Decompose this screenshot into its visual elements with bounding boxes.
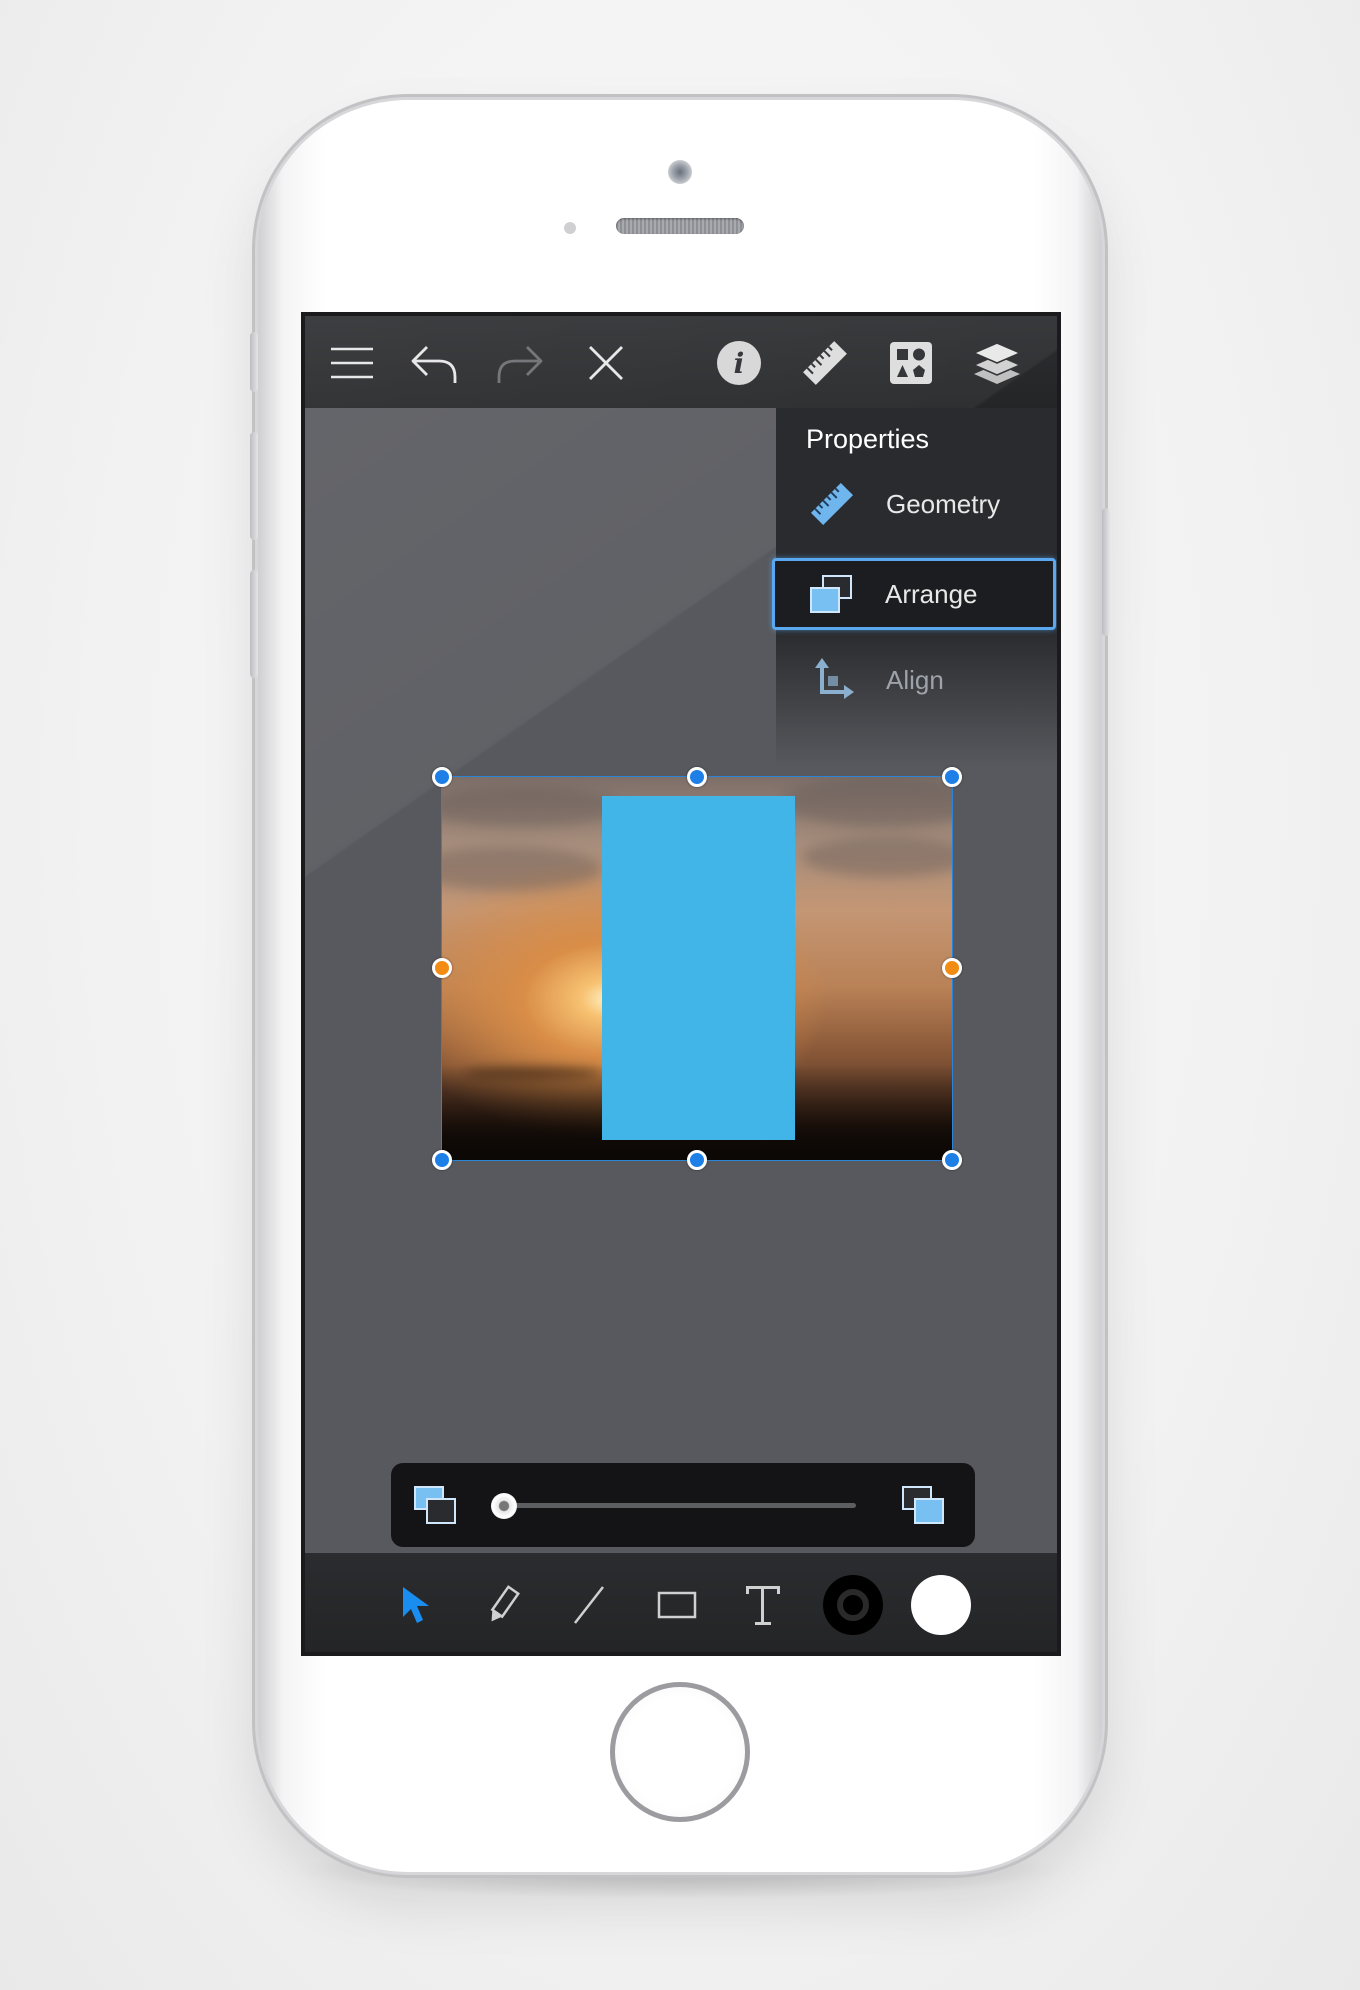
volume-up-button xyxy=(250,432,258,540)
ruler-icon xyxy=(802,480,862,528)
selection-handle-top-right[interactable] xyxy=(942,767,962,787)
bring-forward-icon[interactable] xyxy=(901,1485,947,1532)
text-tool-icon[interactable] xyxy=(735,1577,791,1633)
app-screen: i Properties Geometry Arrange Align xyxy=(301,312,1061,1656)
cloud-shape xyxy=(782,777,952,827)
panel-item-arrange[interactable]: Arrange xyxy=(772,558,1056,630)
ruler-icon[interactable] xyxy=(800,338,850,388)
rectangle-tool-icon[interactable] xyxy=(649,1577,705,1633)
selection-handle-top-left[interactable] xyxy=(432,767,452,787)
selection-handle-bottom-left[interactable] xyxy=(432,1150,452,1170)
power-button xyxy=(1102,508,1110,636)
bottom-toolbar xyxy=(305,1553,1057,1652)
cloud-shape xyxy=(442,847,602,891)
home-button[interactable] xyxy=(610,1682,750,1822)
blue-rectangle-shape[interactable] xyxy=(602,796,795,1140)
send-backward-icon[interactable] xyxy=(413,1485,459,1532)
info-icon[interactable]: i xyxy=(714,338,764,388)
redo-icon[interactable] xyxy=(495,338,545,388)
cloud-shape xyxy=(462,1067,602,1079)
panel-item-label: Geometry xyxy=(886,488,1001,519)
line-tool-icon[interactable] xyxy=(561,1577,617,1633)
panel-item-label: Arrange xyxy=(885,578,978,609)
selection-handle-bottom-right[interactable] xyxy=(942,1150,962,1170)
pencil-tool-icon[interactable] xyxy=(475,1577,531,1633)
properties-panel: Properties Geometry Arrange Align xyxy=(772,408,1057,768)
slider-thumb[interactable] xyxy=(491,1493,517,1519)
arrange-slider-panel xyxy=(391,1463,975,1547)
selection-handle-middle-left[interactable] xyxy=(432,958,452,978)
undo-icon[interactable] xyxy=(409,338,459,388)
front-camera xyxy=(668,160,692,184)
volume-down-button xyxy=(250,570,258,678)
panel-item-label: Align xyxy=(886,664,944,695)
close-icon[interactable] xyxy=(581,338,631,388)
canvas-image[interactable] xyxy=(441,776,953,1161)
arrange-icon xyxy=(801,572,861,616)
panel-item-align[interactable]: Align xyxy=(776,642,1057,718)
top-toolbar: i xyxy=(305,316,1057,408)
menu-icon[interactable] xyxy=(327,338,377,388)
stroke-color-icon[interactable] xyxy=(822,1574,884,1636)
layers-icon[interactable] xyxy=(972,338,1022,388)
panel-item-geometry[interactable]: Geometry xyxy=(776,466,1057,542)
select-tool-icon[interactable] xyxy=(389,1577,445,1633)
slider-track[interactable] xyxy=(496,1503,856,1508)
selection-handle-middle-right[interactable] xyxy=(942,958,962,978)
mute-switch xyxy=(250,332,258,392)
fill-color-icon[interactable] xyxy=(910,1574,972,1636)
selection-handle-top-center[interactable] xyxy=(687,767,707,787)
selection-handle-bottom-center[interactable] xyxy=(687,1150,707,1170)
cloud-shape xyxy=(442,787,622,827)
proximity-sensor xyxy=(564,222,576,234)
panel-title: Properties xyxy=(806,424,930,454)
align-icon xyxy=(802,656,862,704)
cloud-shape xyxy=(802,837,952,877)
shapes-library-icon[interactable] xyxy=(886,338,936,388)
svg-text:i: i xyxy=(734,347,745,380)
earpiece-speaker xyxy=(616,218,744,234)
